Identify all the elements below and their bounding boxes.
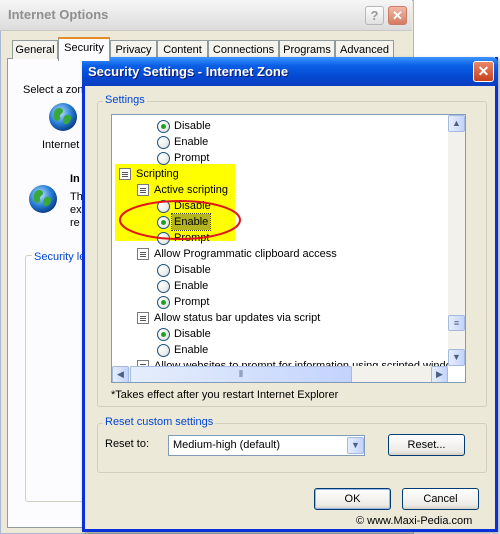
radio-icon xyxy=(157,328,170,341)
zone-internet-label[interactable]: Internet xyxy=(42,139,79,151)
vertical-scroll-thumb[interactable]: ≡ xyxy=(448,315,465,331)
annotation-circle xyxy=(119,200,241,240)
reset-button[interactable]: Reset... xyxy=(388,434,465,456)
radio-icon xyxy=(157,280,170,293)
globe-icon xyxy=(49,103,77,131)
close-button[interactable]: ✕ xyxy=(388,6,407,25)
radio-icon xyxy=(157,344,170,357)
reset-level-select[interactable]: Medium-high (default) ▼ xyxy=(168,435,365,456)
zone-description: Th ex re xyxy=(70,191,83,230)
arrow-up-icon[interactable]: ▲ xyxy=(448,115,465,132)
dialog-close-button[interactable]: ✕ xyxy=(473,61,494,82)
security-level-group xyxy=(25,255,87,502)
arrow-down-icon[interactable]: ▼ xyxy=(448,349,465,366)
scroll-icon xyxy=(137,312,149,324)
zone-description-line: ex xyxy=(70,204,82,216)
scroll-icon xyxy=(137,184,149,196)
tab-security[interactable]: Security xyxy=(58,37,110,61)
security-level-label: Security le xyxy=(32,251,88,263)
radio-icon xyxy=(157,152,170,165)
horizontal-scrollbar[interactable]: ◀ ⦀ ▶ xyxy=(112,366,448,382)
radio-icon xyxy=(157,264,170,277)
radio-icon xyxy=(157,120,170,133)
zone-title: In xyxy=(70,173,80,185)
ok-button[interactable]: OK xyxy=(314,488,391,510)
reset-to-label: Reset to: xyxy=(105,438,150,450)
settings-group-label: Settings xyxy=(103,94,147,106)
restart-note: *Takes effect after you restart Internet… xyxy=(111,389,339,401)
scroll-icon xyxy=(119,168,131,180)
scroll-icon xyxy=(137,248,149,260)
tab-general[interactable]: General xyxy=(12,40,58,59)
arrow-left-icon[interactable]: ◀ xyxy=(112,366,129,382)
horizontal-scroll-thumb[interactable]: ⦀ xyxy=(130,366,352,382)
help-button[interactable]: ? xyxy=(365,6,384,25)
globe-icon xyxy=(29,185,57,213)
zone-description-line: Th xyxy=(70,191,83,203)
zone-description-line: re xyxy=(70,217,80,229)
watermark: © www.Maxi-Pedia.com xyxy=(356,515,473,527)
radio-icon xyxy=(157,136,170,149)
settings-list[interactable]: Disable Enable Prompt Scripting Active s… xyxy=(111,114,466,383)
radio-icon xyxy=(157,296,170,309)
arrow-right-icon[interactable]: ▶ xyxy=(431,366,448,382)
dialog-title: Security Settings - Internet Zone xyxy=(88,64,289,79)
cancel-button[interactable]: Cancel xyxy=(402,488,479,510)
internet-options-title: Internet Options xyxy=(8,7,109,22)
chevron-down-icon[interactable]: ▼ xyxy=(347,437,364,454)
vertical-scrollbar[interactable]: ▲ ≡ ▼ xyxy=(448,115,465,366)
reset-level-value: Medium-high (default) xyxy=(173,439,280,451)
reset-group-label: Reset custom settings xyxy=(103,416,216,428)
zone-prompt: Select a zon xyxy=(23,84,84,96)
close-icon: ✕ xyxy=(477,63,490,79)
